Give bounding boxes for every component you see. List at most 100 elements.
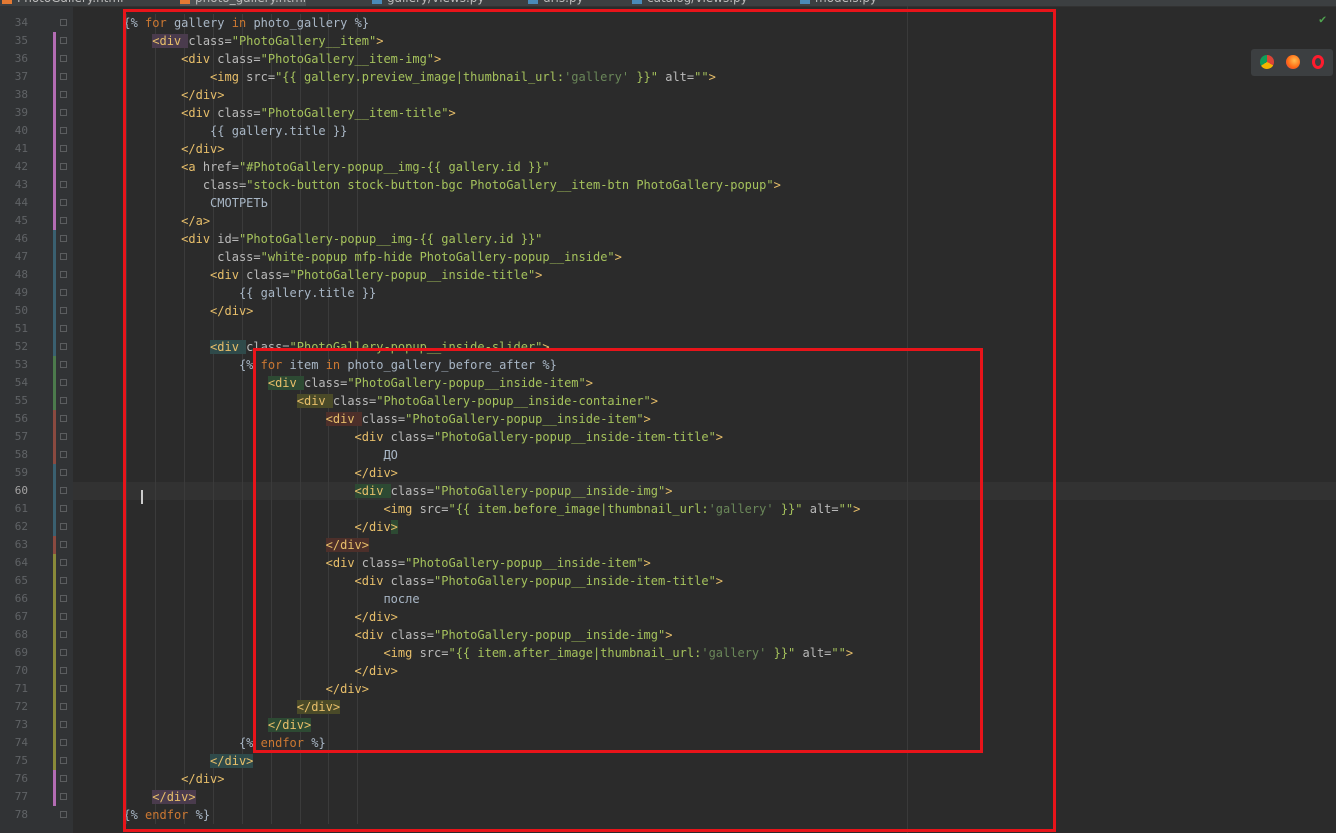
vcs-change-marker[interactable] bbox=[53, 464, 56, 536]
firefox-icon[interactable] bbox=[1286, 55, 1300, 69]
fold-marker-icon[interactable] bbox=[60, 271, 67, 278]
fold-marker-icon[interactable] bbox=[60, 235, 67, 242]
vcs-change-marker[interactable] bbox=[53, 554, 56, 770]
line-number: 34 bbox=[14, 16, 28, 29]
python-file-icon bbox=[632, 0, 642, 4]
opera-icon[interactable] bbox=[1312, 55, 1324, 69]
fold-marker-icon[interactable] bbox=[60, 487, 67, 494]
fold-marker-icon[interactable] bbox=[60, 181, 67, 188]
vcs-change-marker[interactable] bbox=[53, 536, 56, 554]
fold-marker-icon[interactable] bbox=[60, 343, 67, 350]
fold-marker-icon[interactable] bbox=[60, 37, 67, 44]
fold-marker-icon[interactable] bbox=[60, 145, 67, 152]
html-file-icon bbox=[2, 0, 12, 4]
fold-marker-icon[interactable] bbox=[60, 595, 67, 602]
fold-marker-icon[interactable] bbox=[60, 397, 67, 404]
fold-marker-icon[interactable] bbox=[60, 685, 67, 692]
line-number: 72 bbox=[14, 700, 28, 713]
line-number: 65 bbox=[14, 574, 28, 587]
line-number: 78 bbox=[14, 808, 28, 821]
chrome-icon[interactable] bbox=[1260, 55, 1274, 69]
line-number: 37 bbox=[14, 70, 28, 83]
fold-marker-icon[interactable] bbox=[60, 217, 67, 224]
vcs-change-marker[interactable] bbox=[53, 32, 56, 230]
line-number: 60 bbox=[14, 484, 28, 497]
line-number: 44 bbox=[14, 196, 28, 209]
line-number: 61 bbox=[14, 502, 28, 515]
fold-marker-icon[interactable] bbox=[60, 307, 67, 314]
line-number: 59 bbox=[14, 466, 28, 479]
line-number: 64 bbox=[14, 556, 28, 569]
editor-gutter: 34 35 36 37 38 39 40 41 42 43 44 45 46 47 48 49 50 51 52 53… bbox=[0, 6, 73, 833]
fold-marker-icon[interactable] bbox=[60, 613, 67, 620]
fold-marker-icon[interactable] bbox=[60, 325, 67, 332]
fold-marker-icon[interactable] bbox=[60, 523, 67, 530]
line-number: 42 bbox=[14, 160, 28, 173]
fold-marker-icon[interactable] bbox=[60, 19, 67, 26]
fold-marker-icon[interactable] bbox=[60, 811, 67, 818]
fold-marker-icon[interactable] bbox=[60, 415, 67, 422]
tab-label: gallery/views.py bbox=[387, 0, 485, 5]
line-number: 70 bbox=[14, 664, 28, 677]
fold-marker-icon[interactable] bbox=[60, 109, 67, 116]
fold-marker-icon[interactable] bbox=[60, 559, 67, 566]
line-number: 55 bbox=[14, 394, 28, 407]
line-number: 63 bbox=[14, 538, 28, 551]
vcs-change-marker[interactable] bbox=[53, 230, 56, 356]
fold-marker-icon[interactable] bbox=[60, 55, 67, 62]
fold-marker-icon[interactable] bbox=[60, 433, 67, 440]
line-number: 51 bbox=[14, 322, 28, 335]
inspection-ok-icon[interactable]: ✔ bbox=[1319, 13, 1326, 25]
line-number: 49 bbox=[14, 286, 28, 299]
line-number: 74 bbox=[14, 736, 28, 749]
line-number: 71 bbox=[14, 682, 28, 695]
line-number: 69 bbox=[14, 646, 28, 659]
line-number: 43 bbox=[14, 178, 28, 191]
fold-marker-icon[interactable] bbox=[60, 469, 67, 476]
fold-marker-icon[interactable] bbox=[60, 163, 67, 170]
python-file-icon bbox=[800, 0, 810, 4]
fold-marker-icon[interactable] bbox=[60, 127, 67, 134]
fold-marker-icon[interactable] bbox=[60, 199, 67, 206]
fold-marker-icon[interactable] bbox=[60, 289, 67, 296]
tab-label: urls.py bbox=[543, 0, 584, 5]
line-number: 73 bbox=[14, 718, 28, 731]
annotation-box-inner bbox=[253, 348, 983, 753]
vcs-change-marker[interactable] bbox=[53, 770, 56, 806]
fold-marker-icon[interactable] bbox=[60, 775, 67, 782]
line-number: 76 bbox=[14, 772, 28, 785]
line-number: 45 bbox=[14, 214, 28, 227]
line-number: 35 bbox=[14, 34, 28, 47]
fold-marker-icon[interactable] bbox=[60, 577, 67, 584]
fold-marker-icon[interactable] bbox=[60, 451, 67, 458]
fold-marker-icon[interactable] bbox=[60, 505, 67, 512]
line-numbers: 34 35 36 37 38 39 40 41 42 43 44 45 46 47 48 49 50 51 52 53… bbox=[0, 14, 36, 824]
fold-marker-icon[interactable] bbox=[60, 793, 67, 800]
fold-marker-icon[interactable] bbox=[60, 91, 67, 98]
fold-marker-icon[interactable] bbox=[60, 757, 67, 764]
fold-marker-icon[interactable] bbox=[60, 667, 67, 674]
line-number: 62 bbox=[14, 520, 28, 533]
line-number: 56 bbox=[14, 412, 28, 425]
fold-marker-icon[interactable] bbox=[60, 631, 67, 638]
vcs-change-marker[interactable] bbox=[53, 410, 56, 464]
fold-marker-icon[interactable] bbox=[60, 253, 67, 260]
fold-marker-icon[interactable] bbox=[60, 379, 67, 386]
html-file-icon bbox=[180, 0, 190, 4]
line-number: 50 bbox=[14, 304, 28, 317]
line-number: 40 bbox=[14, 124, 28, 137]
fold-marker-icon[interactable] bbox=[60, 649, 67, 656]
fold-marker-icon[interactable] bbox=[60, 361, 67, 368]
browser-preview-toolbar bbox=[1251, 49, 1333, 76]
vcs-change-marker[interactable] bbox=[53, 356, 56, 410]
fold-marker-icon[interactable] bbox=[60, 73, 67, 80]
fold-marker-icon[interactable] bbox=[60, 739, 67, 746]
line-number: 36 bbox=[14, 52, 28, 65]
line-number: 54 bbox=[14, 376, 28, 389]
line-number: 68 bbox=[14, 628, 28, 641]
fold-marker-icon[interactable] bbox=[60, 721, 67, 728]
fold-marker-icon[interactable] bbox=[60, 703, 67, 710]
fold-marker-icon[interactable] bbox=[60, 541, 67, 548]
